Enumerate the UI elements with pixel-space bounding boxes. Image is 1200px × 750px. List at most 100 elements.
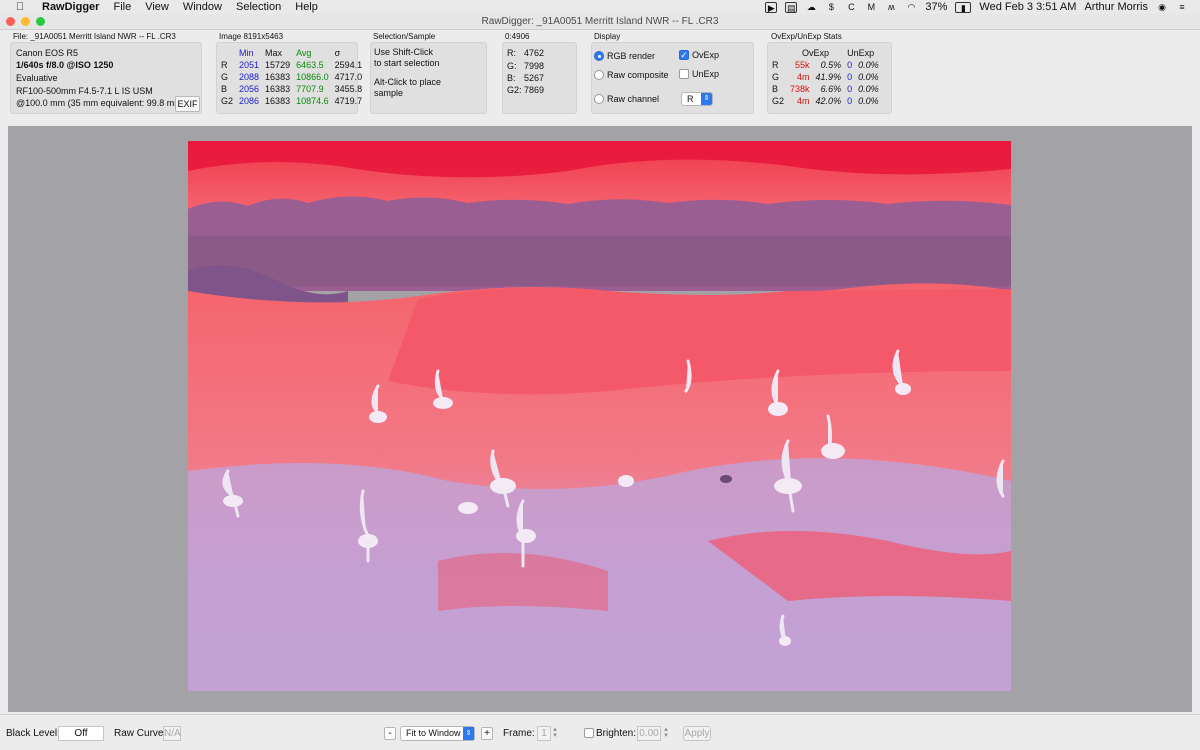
ovexp-percent: 42.0% (815, 96, 842, 106)
rgb-render-radio[interactable] (594, 51, 604, 61)
zoom-in-button[interactable]: + (481, 727, 493, 740)
zoom-select[interactable]: Fit to Window ⇕ (400, 726, 475, 741)
image-stats-table: Min Max Avg σ R 2051 15729 6463.5 2594.1… (218, 47, 365, 107)
dollar-icon[interactable]: $ (825, 2, 837, 13)
window-titlebar: RawDigger: _91A0051 Merritt Island NWR -… (0, 14, 1200, 30)
frame-field: 1 (537, 726, 551, 741)
unexp-label[interactable]: UnExp (692, 69, 719, 79)
siri-icon[interactable]: ◉ (1156, 2, 1168, 13)
frame-label: Frame: (503, 728, 535, 739)
raw-channel-radio[interactable] (594, 94, 604, 104)
camera-model: Canon EOS R5 (16, 48, 79, 58)
unexp-percent: 0.0% (858, 84, 879, 94)
film-icon[interactable]: ▤ (785, 1, 798, 13)
wifi-icon[interactable]: ◠ (905, 2, 917, 13)
table-row: G 4m 41.9% 0 0.0% (769, 71, 882, 83)
max-value: 15729 (265, 60, 291, 70)
user-name[interactable]: Arthur Morris (1084, 1, 1148, 13)
unexp-count: 0 (847, 60, 853, 70)
file-panel-label: File: _91A0051 Merritt Island NWR -- FL … (13, 32, 176, 41)
exif-button[interactable]: EXIF (175, 96, 200, 112)
channel-label: G2 (221, 96, 234, 106)
channel-label: R (221, 60, 228, 70)
menu-extra-icon[interactable]: ʍ (885, 2, 897, 13)
apply-button: Apply (683, 726, 711, 741)
channel-label: G (772, 72, 780, 82)
ovexp-header-channel (769, 47, 787, 59)
cloud-sync-icon[interactable]: ☁ (805, 2, 817, 13)
max-value: 16383 (265, 96, 291, 106)
control-center-icon[interactable]: ≡ (1176, 2, 1188, 13)
brighten-field: 0.00 (637, 726, 661, 741)
ovexp-percent: 0.5% (820, 60, 842, 70)
zoom-out-button[interactable]: - (384, 727, 396, 740)
channel-select-value: R (687, 94, 694, 104)
ovexp-stats-panel: OvExp UnExp R 55k 0.5% 0 0.0% G 4m 41.9%… (767, 42, 892, 114)
file-info-panel: Canon EOS R5 1/640s f/8.0 @ISO 1250 Eval… (10, 42, 202, 114)
sigma-value: 4719.7 (334, 96, 363, 106)
ovexp-label[interactable]: OvExp (692, 50, 719, 60)
menu-file[interactable]: File (113, 1, 131, 13)
unexp-count: 0 (847, 84, 853, 94)
min-value: 2086 (239, 96, 260, 106)
ovexp-count: 55k (795, 60, 810, 70)
raw-composite-label[interactable]: Raw composite (607, 70, 669, 80)
chevron-updown-icon: ⇕ (701, 93, 712, 105)
unexp-percent: 0.0% (858, 96, 879, 106)
menu-app-name[interactable]: RawDigger (42, 1, 99, 13)
overexposure-image (188, 141, 1011, 691)
raw-image-preview[interactable] (188, 141, 1011, 691)
brighten-checkbox[interactable] (584, 728, 594, 738)
c-app-icon[interactable]: C (845, 2, 857, 13)
menu-window[interactable]: Window (183, 1, 222, 13)
frame-stepper-icon: ▴ ▾ (553, 726, 557, 739)
unexp-checkbox[interactable] (679, 69, 689, 79)
video-icon[interactable]: ▶ (765, 1, 778, 13)
pixel-g-value: 7998 (524, 61, 545, 71)
battery-icon[interactable]: ▮ (955, 1, 972, 13)
selection-hint-line1: Use Shift-Click (374, 47, 434, 57)
ovexp-count: 4m (797, 96, 810, 106)
black-level-field[interactable]: Off (58, 726, 104, 741)
brighten-label[interactable]: Brighten: (596, 728, 636, 739)
stats-header-min: Min (239, 48, 254, 58)
menu-selection[interactable]: Selection (236, 1, 281, 13)
zoom-select-value: Fit to Window (406, 728, 461, 738)
min-value: 2056 (239, 84, 260, 94)
stats-header-avg: Avg (296, 48, 312, 58)
ovexp-stats-table: OvExp UnExp R 55k 0.5% 0 0.0% G 4m 41.9%… (769, 47, 882, 107)
display-panel-label: Display (594, 32, 621, 41)
sample-hint-line2: sample (374, 88, 404, 98)
ovexp-percent: 41.9% (815, 72, 842, 82)
stats-header-max: Max (265, 48, 283, 58)
raw-channel-label[interactable]: Raw channel (607, 94, 659, 104)
channel-label: G2 (772, 96, 785, 106)
clock[interactable]: Wed Feb 3 3:51 AM (979, 1, 1076, 13)
menu-view[interactable]: View (145, 1, 169, 13)
stats-header-channel (218, 47, 236, 59)
brighten-stepper-icon: ▴ ▾ (664, 726, 668, 739)
malware-icon[interactable]: M (865, 2, 877, 13)
sigma-value: 3455.8 (334, 84, 363, 94)
ovexp-count: 4m (797, 72, 810, 82)
black-level-label: Black Level: (6, 728, 60, 739)
min-value: 2051 (239, 60, 260, 70)
pixel-g2-label: G2: (507, 85, 522, 95)
sigma-value: 2594.1 (334, 60, 363, 70)
table-row: R 2051 15729 6463.5 2594.1 (218, 59, 365, 71)
selection-panel: Use Shift-Click to start selection Alt-C… (370, 42, 487, 114)
display-panel: RGB render Raw composite Raw channel ✓ O… (591, 42, 754, 114)
ovexp-checkbox[interactable]: ✓ (679, 50, 689, 60)
raw-composite-radio[interactable] (594, 70, 604, 80)
image-stats-panel: Min Max Avg σ R 2051 15729 6463.5 2594.1… (216, 42, 362, 114)
table-row: G2 4m 42.0% 0 0.0% (769, 95, 882, 107)
avg-value: 10874.6 (296, 96, 329, 106)
metering-mode: Evaluative (16, 73, 58, 83)
channel-label: R (772, 60, 779, 70)
rgb-render-label[interactable]: RGB render (607, 51, 655, 61)
ovexp-count: 738k (790, 84, 810, 94)
apple-menu-icon[interactable]:  (12, 1, 28, 13)
channel-select[interactable]: R ⇕ (681, 92, 713, 106)
max-value: 16383 (265, 84, 291, 94)
menu-help[interactable]: Help (295, 1, 318, 13)
